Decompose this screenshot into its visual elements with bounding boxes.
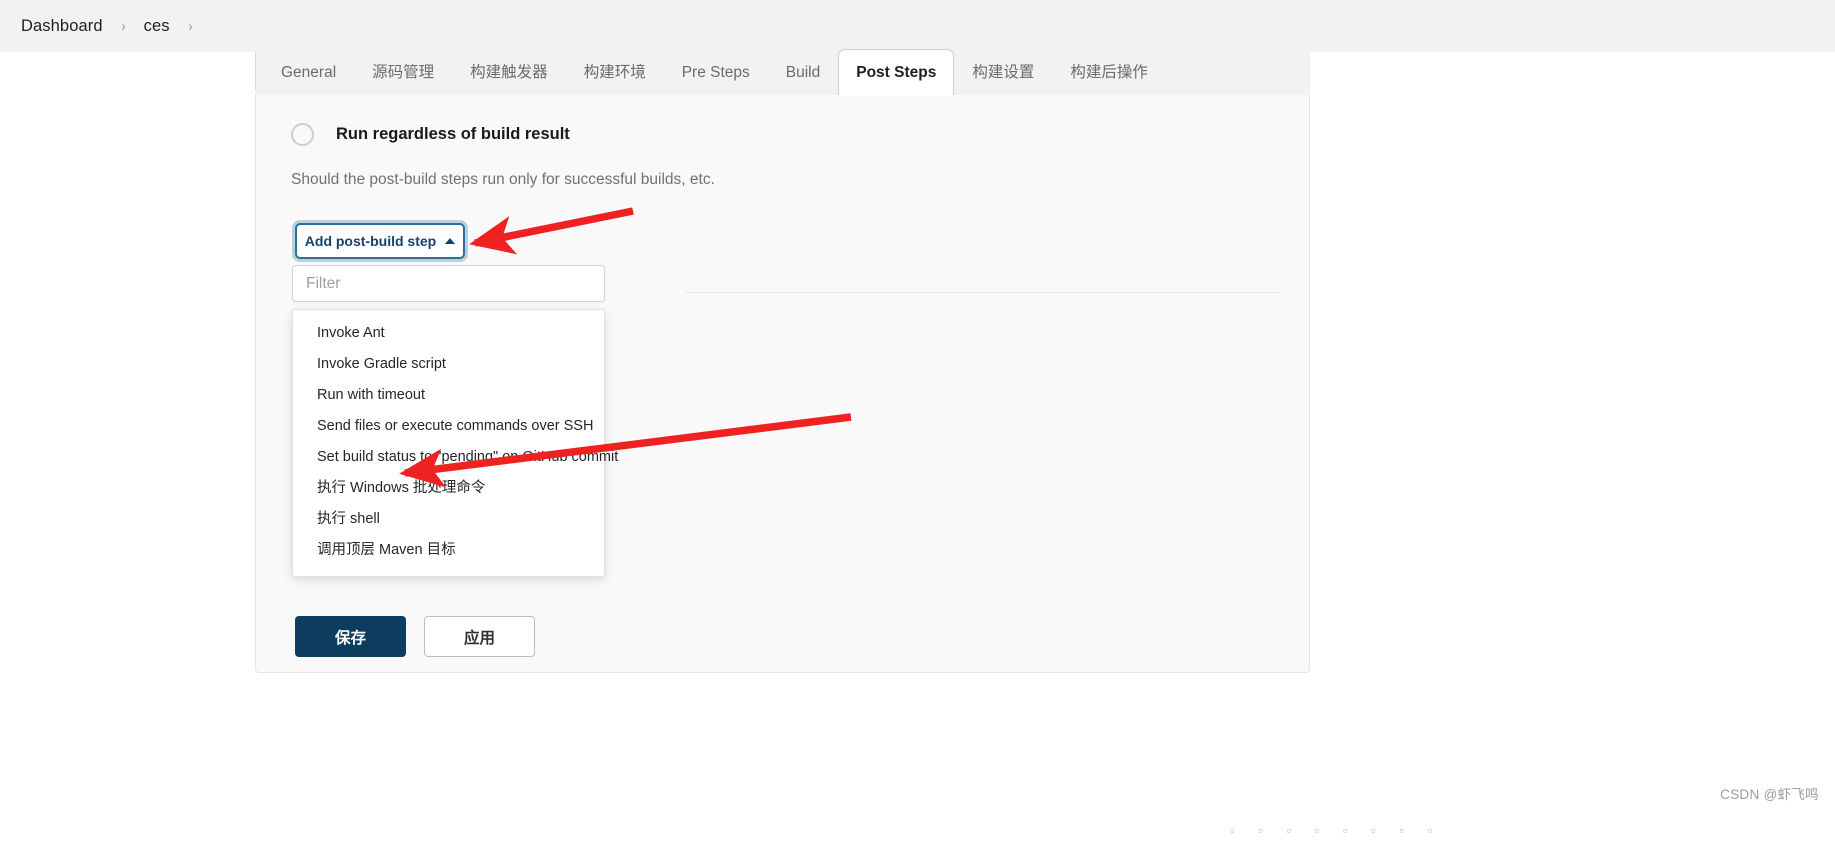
run-regardless-row: Run regardless of build result [291, 123, 570, 146]
breadcrumb-item-ces[interactable]: ces [140, 15, 174, 38]
menu-item-invoke-ant[interactable]: Invoke Ant [293, 318, 604, 349]
dropdown-menu: Invoke Ant Invoke Gradle script Run with… [292, 309, 618, 578]
tab-divider [255, 52, 256, 90]
right-gutter [1310, 52, 1835, 841]
dropdown-filter-input[interactable] [292, 265, 605, 302]
tab-build-settings[interactable]: 构建设置 [954, 49, 1052, 95]
left-gutter [0, 52, 255, 841]
menu-item-set-build-status-pending[interactable]: Set build status to "pending" on GitHub … [293, 442, 618, 473]
breadcrumb-item-dashboard[interactable]: Dashboard [17, 15, 107, 38]
taskbar-strip: ▫ ▫ ▫ ▫ ▫ ▫ ▫ ▫ [1230, 823, 1443, 838]
menu-item-run-with-timeout[interactable]: Run with timeout [293, 380, 604, 411]
tab-build-environment[interactable]: 构建环境 [566, 49, 664, 95]
menu-item-execute-shell[interactable]: 执行 shell [293, 504, 604, 535]
section-divider [686, 292, 1281, 293]
menu-item-invoke-top-level-maven[interactable]: 调用顶层 Maven 目标 [293, 535, 604, 566]
menu-item-send-files-over-ssh[interactable]: Send files or execute commands over SSH [293, 411, 604, 442]
tab-build[interactable]: Build [768, 49, 838, 95]
menu-item-execute-windows-batch[interactable]: 执行 Windows 批处理命令 [293, 473, 604, 504]
add-post-build-step-dropdown: Invoke Ant Invoke Gradle script Run with… [292, 265, 618, 578]
page-root: Dashboard › ces › General 源码管理 构建触发器 构建环… [0, 0, 1835, 841]
tab-post-steps[interactable]: Post Steps [838, 49, 955, 96]
tab-general[interactable]: General [263, 49, 354, 95]
add-post-build-step-button[interactable]: Add post-build step [295, 223, 465, 259]
watermark: CSDN @虾飞鸣 [1720, 787, 1819, 802]
tab-source-management[interactable]: 源码管理 [354, 49, 452, 95]
post-steps-help-text: Should the post-build steps run only for… [291, 171, 715, 188]
save-button[interactable]: 保存 [295, 616, 406, 657]
chevron-up-icon [445, 238, 456, 244]
breadcrumb-separator-icon: › [188, 17, 192, 35]
breadcrumb-separator-icon: › [121, 17, 125, 35]
menu-item-invoke-gradle-script[interactable]: Invoke Gradle script [293, 349, 604, 380]
config-tab-bar: General 源码管理 构建触发器 构建环境 Pre Steps Build … [255, 44, 1310, 96]
add-post-build-step-label: Add post-build step [304, 233, 437, 249]
tab-build-triggers[interactable]: 构建触发器 [452, 49, 566, 95]
apply-button[interactable]: 应用 [424, 616, 535, 657]
tab-pre-steps[interactable]: Pre Steps [664, 49, 768, 95]
tab-post-build-actions[interactable]: 构建后操作 [1052, 49, 1166, 95]
post-steps-panel: Run regardless of build result Should th… [255, 95, 1310, 673]
run-regardless-label: Run regardless of build result [336, 125, 570, 143]
run-regardless-toggle[interactable] [291, 123, 314, 146]
